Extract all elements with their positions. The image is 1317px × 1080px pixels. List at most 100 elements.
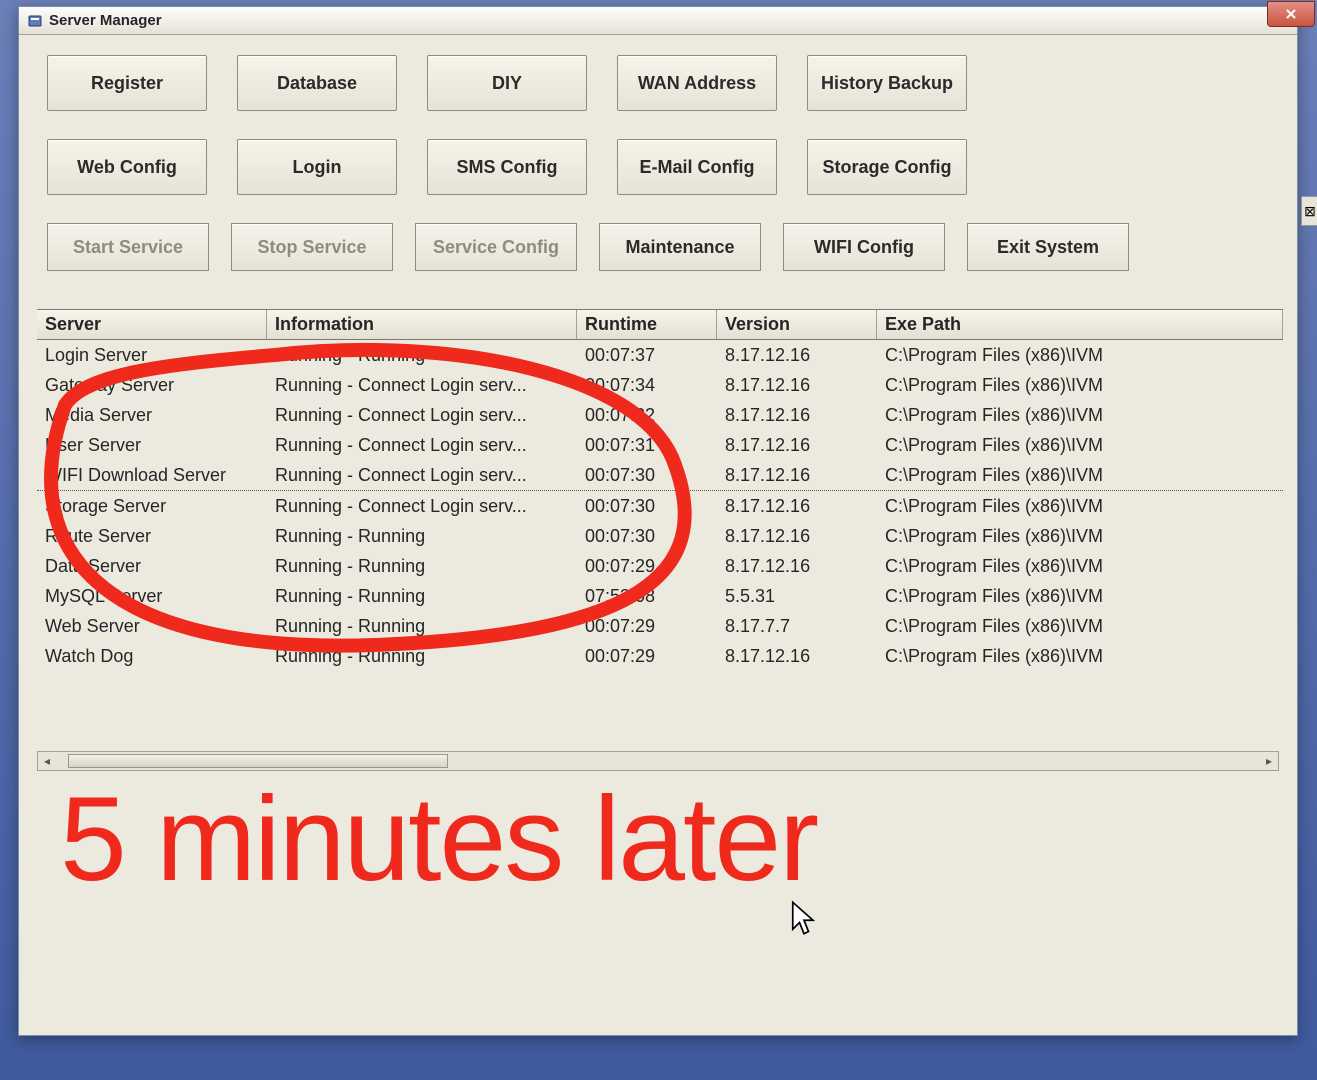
col-server[interactable]: Server: [37, 310, 267, 339]
cell-information: Running - Running: [267, 345, 577, 366]
table-row[interactable]: Web ServerRunning - Running00:07:298.17.…: [37, 611, 1283, 641]
cell-runtime: 00:07:29: [577, 556, 717, 577]
sms-config-button[interactable]: SMS Config: [427, 139, 587, 195]
cell-runtime: 00:07:30: [577, 526, 717, 547]
cell-information: Running - Running: [267, 646, 577, 667]
cell-runtime: 00:07:30: [577, 465, 717, 486]
cell-server: Watch Dog: [37, 646, 267, 667]
titlebar[interactable]: Server Manager: [19, 7, 1297, 35]
cell-version: 8.17.12.16: [717, 526, 877, 547]
cell-version: 8.17.12.16: [717, 405, 877, 426]
table-row[interactable]: Login ServerRunning - Running00:07:378.1…: [37, 340, 1283, 370]
scroll-left-icon[interactable]: ◂: [38, 752, 56, 770]
cell-information: Running - Running: [267, 556, 577, 577]
cell-runtime: 00:07:34: [577, 375, 717, 396]
cell-exe_path: C:\Program Files (x86)\IVM: [877, 375, 1283, 396]
cell-server: WIFI Download Server: [37, 465, 267, 486]
wan-address-button[interactable]: WAN Address: [617, 55, 777, 111]
service-config-button: Service Config: [415, 223, 577, 271]
table-row[interactable]: Media ServerRunning - Connect Login serv…: [37, 400, 1283, 430]
cell-version: 5.5.31: [717, 586, 877, 607]
cell-runtime: 00:07:29: [577, 616, 717, 637]
maintenance-button[interactable]: Maintenance: [599, 223, 761, 271]
toolbar-row-2: Web Config Login SMS Config E-Mail Config St…: [47, 139, 1277, 195]
cell-runtime: 00:07:30: [577, 496, 717, 517]
cell-server: Web Server: [37, 616, 267, 637]
cell-server: Data Server: [37, 556, 267, 577]
login-button[interactable]: Login: [237, 139, 397, 195]
cell-runtime: 00:07:32: [577, 405, 717, 426]
table-row[interactable]: Gateway ServerRunning - Connect Login se…: [37, 370, 1283, 400]
cell-server: Storage Server: [37, 496, 267, 517]
window-title: Server Manager: [49, 12, 162, 29]
cell-server: MySQL Server: [37, 586, 267, 607]
cell-information: Running - Running: [267, 586, 577, 607]
register-button[interactable]: Register: [47, 55, 207, 111]
web-config-button[interactable]: Web Config: [47, 139, 207, 195]
cell-version: 8.17.12.16: [717, 646, 877, 667]
cell-version: 8.17.12.16: [717, 556, 877, 577]
cell-server: Route Server: [37, 526, 267, 547]
cell-version: 8.17.12.16: [717, 496, 877, 517]
exit-system-button[interactable]: Exit System: [967, 223, 1129, 271]
table-row[interactable]: Data ServerRunning - Running00:07:298.17…: [37, 551, 1283, 581]
cell-exe_path: C:\Program Files (x86)\IVM: [877, 556, 1283, 577]
table-row[interactable]: Route ServerRunning - Running00:07:308.1…: [37, 521, 1283, 551]
cell-version: 8.17.12.16: [717, 465, 877, 486]
cell-exe_path: C:\Program Files (x86)\IVM: [877, 435, 1283, 456]
cell-information: Running - Connect Login serv...: [267, 375, 577, 396]
col-exe-path[interactable]: Exe Path: [877, 310, 1283, 339]
service-row: Start ServiceStop ServiceService ConfigM…: [47, 223, 1277, 271]
cell-information: Running - Connect Login serv...: [267, 435, 577, 456]
cell-information: Running - Connect Login serv...: [267, 405, 577, 426]
server-grid: Server Information Runtime Version Exe P…: [37, 309, 1283, 671]
cell-exe_path: C:\Program Files (x86)\IVM: [877, 586, 1283, 607]
cell-exe_path: C:\Program Files (x86)\IVM: [877, 616, 1283, 637]
cell-information: Running - Connect Login serv...: [267, 496, 577, 517]
database-button[interactable]: Database: [237, 55, 397, 111]
cell-version: 8.17.7.7: [717, 616, 877, 637]
cell-information: Running - Running: [267, 526, 577, 547]
cell-runtime: 00:07:29: [577, 646, 717, 667]
cell-runtime: 00:07:31: [577, 435, 717, 456]
cell-version: 8.17.12.16: [717, 375, 877, 396]
cell-exe_path: C:\Program Files (x86)\IVM: [877, 496, 1283, 517]
cell-exe_path: C:\Program Files (x86)\IVM: [877, 465, 1283, 486]
stop-service-button: Stop Service: [231, 223, 393, 271]
cell-server: Media Server: [37, 405, 267, 426]
col-information[interactable]: Information: [267, 310, 577, 339]
table-row[interactable]: Watch DogRunning - Running00:07:298.17.1…: [37, 641, 1283, 671]
cell-information: Running - Running: [267, 616, 577, 637]
cell-exe_path: C:\Program Files (x86)\IVM: [877, 345, 1283, 366]
email-config-button[interactable]: E-Mail Config: [617, 139, 777, 195]
toolbar-area: Register Database DIY WAN Address History Ba…: [19, 35, 1297, 309]
grid-header[interactable]: Server Information Runtime Version Exe P…: [37, 310, 1283, 340]
cell-version: 8.17.12.16: [717, 345, 877, 366]
history-backup-button[interactable]: History Backup: [807, 55, 967, 111]
table-row[interactable]: WIFI Download ServerRunning - Connect Lo…: [37, 460, 1283, 490]
close-button[interactable]: [1267, 1, 1315, 27]
grid-body: Login ServerRunning - Running00:07:378.1…: [37, 340, 1283, 671]
wifi-config-button[interactable]: WIFI Config: [783, 223, 945, 271]
scroll-thumb[interactable]: [68, 754, 448, 768]
app-icon: [27, 13, 43, 29]
server-manager-window: Server Manager Register Database DIY WAN Ad…: [18, 6, 1298, 1036]
cell-runtime: 07:53:08: [577, 586, 717, 607]
table-row[interactable]: Storage ServerRunning - Connect Login se…: [37, 491, 1283, 521]
table-row[interactable]: User ServerRunning - Connect Login serv.…: [37, 430, 1283, 460]
horizontal-scrollbar[interactable]: ◂ ▸: [37, 751, 1279, 771]
toolbar-row-1: Register Database DIY WAN Address History Ba…: [47, 55, 1277, 111]
background-window-fragment: ⊠: [1301, 196, 1317, 226]
col-runtime[interactable]: Runtime: [577, 310, 717, 339]
scroll-right-icon[interactable]: ▸: [1260, 752, 1278, 770]
storage-config-button[interactable]: Storage Config: [807, 139, 967, 195]
diy-button[interactable]: DIY: [427, 55, 587, 111]
cell-server: User Server: [37, 435, 267, 456]
cell-server: Login Server: [37, 345, 267, 366]
cell-runtime: 00:07:37: [577, 345, 717, 366]
col-version[interactable]: Version: [717, 310, 877, 339]
cell-exe_path: C:\Program Files (x86)\IVM: [877, 526, 1283, 547]
cell-information: Running - Connect Login serv...: [267, 465, 577, 486]
cell-server: Gateway Server: [37, 375, 267, 396]
table-row[interactable]: MySQL ServerRunning - Running07:53:085.5…: [37, 581, 1283, 611]
